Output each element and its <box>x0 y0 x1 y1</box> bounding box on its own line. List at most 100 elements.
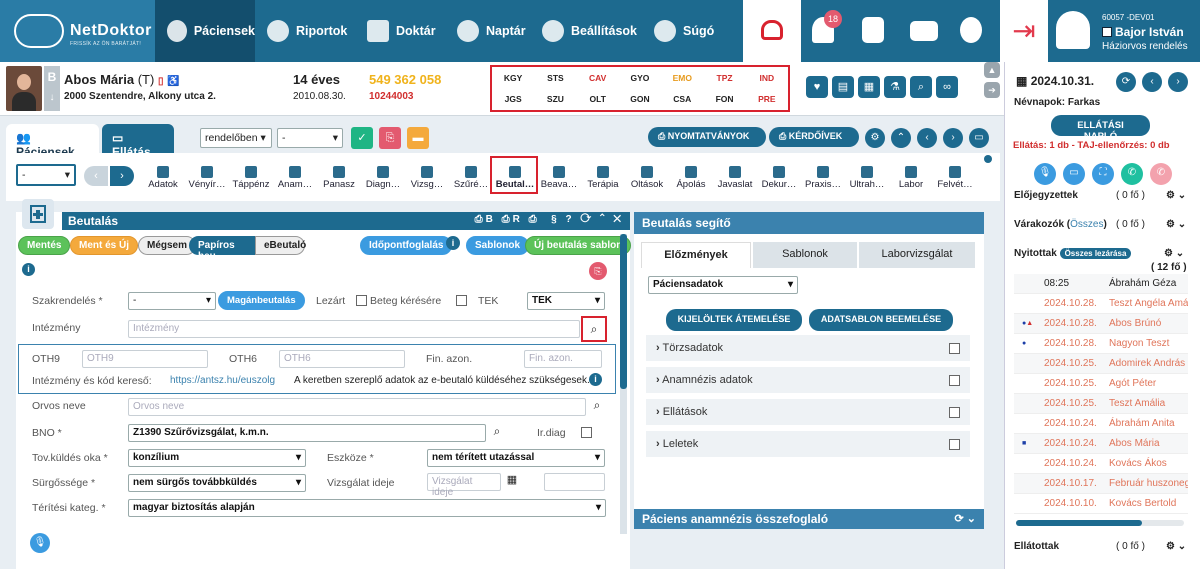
risk-code[interactable]: OLT <box>577 94 619 104</box>
grid-icon[interactable]: ▦ <box>858 76 880 98</box>
user-panel[interactable]: 60057 -DEV01 Bajor István Háziorvos rend… <box>1048 0 1200 62</box>
accordion-ellatasok[interactable]: › Ellátások <box>646 399 970 425</box>
tab-paciensek[interactable]: 👥 Páciensek <box>6 124 99 159</box>
risk-code[interactable]: PRE <box>746 94 788 104</box>
surgossege-select[interactable]: nem sürgős továbbküldés ▾ <box>128 474 306 492</box>
checkbox[interactable] <box>949 343 960 354</box>
risk-code[interactable]: JGS <box>492 94 534 104</box>
visit-row[interactable]: 2024.10.25. Adomirek András <box>1014 354 1188 374</box>
visit-row[interactable]: 2024.10.25. Teszt Amália <box>1014 394 1188 414</box>
link-icon[interactable]: ∞ <box>936 76 958 98</box>
visit-row[interactable]: 08:25 Ábrahám Géza <box>1014 274 1188 294</box>
accordion-anamnezis[interactable]: › Anamnézis adatok <box>646 367 970 393</box>
messages-icon[interactable] <box>910 21 938 41</box>
tovkuldes-oka-select[interactable]: konzílium ▾ <box>128 449 306 467</box>
tab-sablonok[interactable]: Sablonok <box>753 242 857 268</box>
varakozok-row[interactable]: Várakozók (Összes)( 0 fő ) ⚙ ⌄ <box>1014 219 1194 240</box>
tek-select[interactable]: TEK ▾ <box>527 292 605 310</box>
checkbox[interactable] <box>949 375 960 386</box>
risk-code[interactable]: CSA <box>661 94 703 104</box>
toolbar-prev-button[interactable]: ‹ <box>84 166 108 186</box>
lezart-checkbox[interactable] <box>356 295 367 306</box>
toolbar-item[interactable]: Diagn… <box>361 163 405 197</box>
kerdoivek-button[interactable]: ⎙ KÉRDŐÍVEK <box>769 127 859 147</box>
secondary-select[interactable]: - ▾ <box>277 128 343 148</box>
document-icon[interactable]: ▤ <box>832 76 854 98</box>
toolbar-item[interactable]: Panasz <box>317 163 361 197</box>
pdf-icon[interactable]: ⎘ <box>379 127 401 149</box>
visit-row[interactable]: 2024.10.17. Február huszonegy <box>1014 474 1188 494</box>
info-icon[interactable]: i <box>446 236 460 250</box>
risk-code[interactable]: CAV <box>577 73 619 83</box>
list-scrollbar[interactable] <box>1016 520 1184 526</box>
toolbar-item[interactable]: Szűré… <box>449 163 493 197</box>
toolbar-item[interactable]: Dekur… <box>757 163 801 197</box>
idopontfoglalas-button[interactable]: Időpontfoglalás <box>360 236 453 255</box>
risk-code[interactable]: TPZ <box>703 73 745 83</box>
toolbar-item[interactable]: Oltások <box>625 163 669 197</box>
nyomtatvanyok-button[interactable]: ⎙ NYOMTATVÁNYOK <box>648 127 766 147</box>
tab-laborvizsgalat[interactable]: Laborvizsgálat <box>859 242 975 268</box>
tab-elozmenyek[interactable]: Előzmények <box>641 242 751 268</box>
toolbar-select[interactable]: - ▾ <box>16 164 76 186</box>
risk-code[interactable]: SZU <box>534 94 576 104</box>
gear-icon[interactable]: ⚙ <box>865 128 885 148</box>
toolbar-item[interactable]: Ápolás <box>669 163 713 197</box>
toolbar-item[interactable]: Terápia <box>581 163 625 197</box>
teritesi-kateg-select[interactable]: magyar biztosítás alapján ▾ <box>128 499 606 517</box>
toolbar-item[interactable]: Táppénz <box>229 163 273 197</box>
beutalas-scrollbar[interactable] <box>620 234 627 534</box>
nav-item-doktar[interactable]: Doktár <box>355 0 445 62</box>
refresh-icon[interactable]: ⟳ <box>1116 72 1136 92</box>
megsem-button[interactable]: Mégsem <box>138 236 197 255</box>
location-select[interactable]: rendelőben ▾ <box>200 128 272 148</box>
checklist-icon[interactable]: ✓ <box>351 127 373 149</box>
info-icon[interactable]: i <box>589 373 602 386</box>
fin-azon-input[interactable]: Fin. azon. <box>524 350 602 368</box>
heart-pulse-icon[interactable]: ♥ <box>806 76 828 98</box>
phone-icon[interactable]: ✆ <box>1121 163 1143 185</box>
ellatottak-row[interactable]: Ellátottak ( 0 fő ) ⚙ ⌄ <box>1014 541 1194 562</box>
oth9-input[interactable]: OTH9 <box>82 350 208 368</box>
nav-item-naptar[interactable]: Naptár <box>445 0 530 62</box>
clipboard-icon[interactable] <box>862 17 884 43</box>
elojegyzettek-row[interactable]: Előjegyzettek ( 0 fő ) ⚙ ⌄ <box>1014 190 1194 211</box>
visit-row[interactable]: 2024.10.24. Ábrahám Anita <box>1014 414 1188 434</box>
chevron-right-icon[interactable]: › <box>1168 72 1188 92</box>
osszes-link[interactable]: Összes <box>1070 219 1103 230</box>
microphone-icon[interactable]: 🎙 <box>30 533 50 553</box>
calendar-icon[interactable]: ▦ <box>503 473 521 491</box>
patient-badge[interactable]: B ↓ <box>44 66 60 111</box>
nav-item-sugo[interactable]: Súgó <box>642 0 742 62</box>
papiros-beutalo-toggle[interactable]: Papíros beu. <box>189 236 255 262</box>
accordion-torzsadatok[interactable]: › Törzsadatok <box>646 335 970 361</box>
sablonok-button[interactable]: Sablonok <box>466 236 530 255</box>
risk-code[interactable]: FON <box>703 94 745 104</box>
adatsablon-beemelese-button[interactable]: ADATSABLON BEEMELÉSE <box>809 309 953 331</box>
toolbar-item[interactable]: Vényír… <box>185 163 229 197</box>
pdf-icon[interactable]: ⎘ <box>589 262 607 280</box>
visit-row[interactable]: 2024.10.25. Agót Péter <box>1014 374 1188 394</box>
chevron-up-icon[interactable]: ⌃ <box>891 128 911 148</box>
intezmeny-search-button[interactable]: ⌕ <box>581 316 607 342</box>
vizsgalat-ido-input[interactable] <box>544 473 605 491</box>
ir-diag-checkbox[interactable] <box>581 427 592 438</box>
nav-item-beallitasok[interactable]: Beállítások <box>530 0 642 62</box>
hangup-icon[interactable]: ✆ <box>1150 163 1172 185</box>
lab-icon[interactable]: ⚗ <box>884 76 906 98</box>
chevron-right-icon[interactable]: › <box>943 128 963 148</box>
search-icon[interactable]: ⌕ <box>588 398 606 416</box>
chevron-left-icon[interactable]: ‹ <box>1142 72 1162 92</box>
visit-row[interactable]: 2024.10.28. Teszt Angéla Amál… <box>1014 294 1188 314</box>
visit-row[interactable]: ● 2024.10.28. Nagyon Teszt <box>1014 334 1188 354</box>
visit-row[interactable]: ●▲ 2024.10.28. Abos Brúnó <box>1014 314 1188 334</box>
nav-item-paciensek[interactable]: Páciensek <box>155 0 255 62</box>
health-check-button[interactable] <box>743 0 801 62</box>
toolbar-item[interactable]: Adatok <box>141 163 185 197</box>
risk-code[interactable]: EMO <box>661 73 703 83</box>
app-logo[interactable]: NetDoktor FRISSÍK AZ ÖN BARÁTJÁT! <box>0 0 155 62</box>
oth6-input[interactable]: OTH6 <box>279 350 405 368</box>
folder-open-icon[interactable]: ▬ <box>407 127 429 149</box>
toolbar-item[interactable]: Javaslat <box>713 163 757 197</box>
visit-row[interactable]: ■ 2024.10.24. Abos Mária <box>1014 434 1188 454</box>
